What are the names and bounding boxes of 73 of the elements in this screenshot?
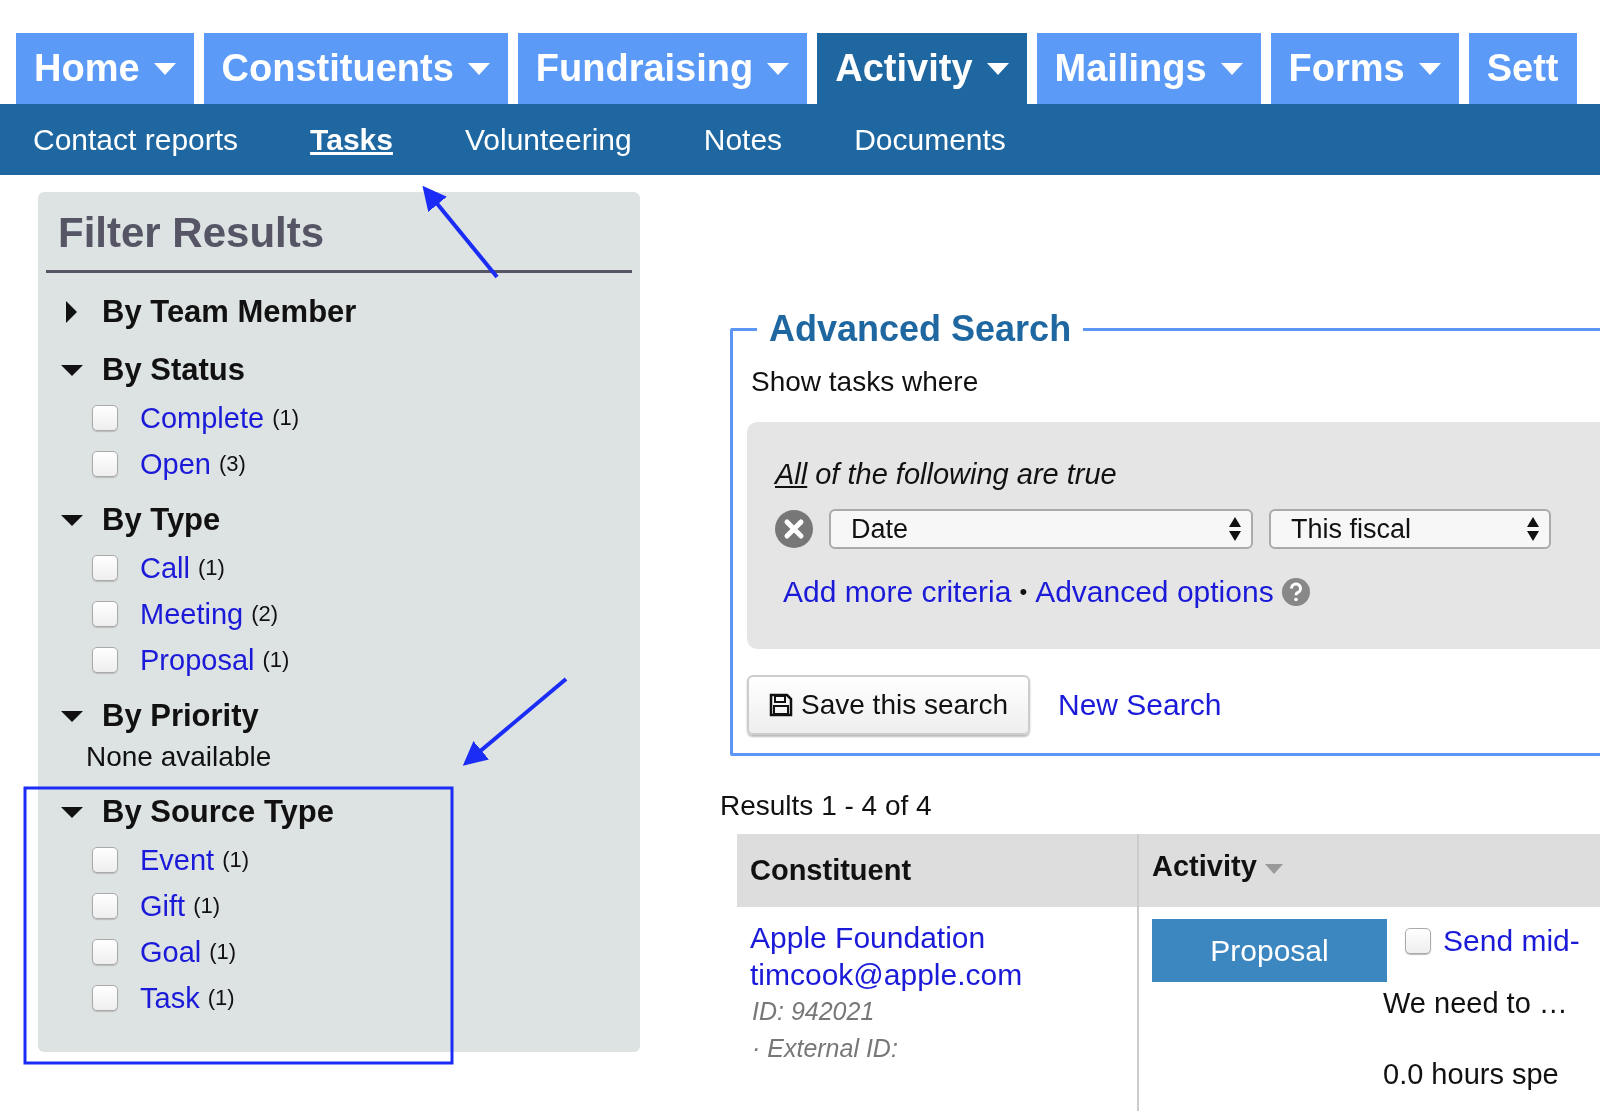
criteria-link[interactable]: Add more criteria	[783, 575, 1012, 609]
results-summary: Results 1 - 4 of 4	[720, 790, 933, 822]
constituent-id: ID: 942021	[752, 996, 875, 1027]
checkbox[interactable]	[92, 939, 118, 965]
filter-group-header[interactable]: By Source Type	[60, 787, 632, 837]
checkbox[interactable]	[92, 647, 118, 673]
filter-count: (2)	[251, 601, 279, 627]
caret-down-icon	[467, 62, 490, 75]
filter-count: (1)	[272, 405, 299, 431]
subject-link[interactable]: Send mid-	[1443, 924, 1580, 958]
advanced-search-title: Advanced Search	[768, 308, 1073, 350]
caret-down-icon	[986, 62, 1009, 75]
caret-down-icon	[767, 62, 790, 75]
help-icon[interactable]	[1281, 578, 1310, 606]
remove-icon[interactable]	[775, 510, 813, 548]
filter-group-header[interactable]: By Priority	[60, 691, 632, 741]
nav-tab[interactable]: Activity	[817, 33, 1027, 104]
checkbox[interactable]	[1405, 928, 1431, 954]
sub-nav-tab[interactable]: Documents	[854, 122, 1006, 157]
filter-link[interactable]: Call	[140, 551, 190, 585]
checkbox[interactable]	[92, 405, 118, 431]
checkbox[interactable]	[92, 451, 118, 477]
checkbox[interactable]	[92, 601, 118, 627]
filter-count: (1)	[262, 647, 290, 673]
filter-count: (1)	[193, 893, 220, 919]
filter-link[interactable]: Goal	[140, 935, 202, 969]
sub-nav-tab[interactable]: Tasks	[310, 122, 393, 157]
match-keyword[interactable]: All	[775, 458, 808, 491]
filter-count: (1)	[209, 939, 237, 965]
checkbox[interactable]	[92, 555, 118, 581]
checkbox[interactable]	[92, 893, 118, 919]
separator: •	[1019, 579, 1028, 605]
activity-type-label: Proposal	[1152, 919, 1387, 982]
stepper-icon	[1229, 516, 1241, 542]
task-description: We need to …	[1383, 987, 1569, 1020]
filter-count: (1)	[222, 847, 250, 873]
filter-link[interactable]: Meeting	[140, 597, 244, 631]
select-field[interactable]: Date	[829, 509, 1253, 549]
filter-group-header[interactable]: By Status	[60, 345, 632, 395]
hours-text: 0.0 hours spe	[1383, 1058, 1560, 1091]
caret-down-icon	[153, 62, 176, 75]
filter-link[interactable]: Task	[140, 981, 200, 1015]
caret-down-icon	[1418, 62, 1441, 75]
filter-group-header[interactable]: By Type	[60, 495, 632, 545]
filter-count: (3)	[218, 451, 246, 477]
filter-link[interactable]: Gift	[140, 889, 186, 923]
save-search-button[interactable]: Save this search	[747, 675, 1030, 735]
constituent-link[interactable]: Apple Foundation	[750, 919, 986, 956]
external-id: · External ID:	[752, 1033, 898, 1064]
match-text: of the following are true	[815, 458, 1117, 491]
caret-down-icon	[1220, 62, 1243, 75]
filter-link[interactable]: Event	[140, 843, 215, 877]
checkbox[interactable]	[92, 847, 118, 873]
sub-nav-tab[interactable]: Notes	[703, 122, 783, 157]
new-search-link[interactable]: New Search	[1058, 688, 1222, 722]
column-header[interactable]: Constituent	[737, 834, 1139, 907]
select-field[interactable]: This fiscal	[1269, 509, 1551, 549]
sub-nav-tab[interactable]: Contact reports	[33, 122, 239, 157]
filter-link[interactable]: Complete	[140, 401, 265, 435]
filter-link[interactable]: Open	[140, 447, 211, 481]
filter-title: Filter Results	[46, 192, 632, 273]
email-link[interactable]: timcook@apple.com	[750, 956, 1023, 993]
checkbox[interactable]	[92, 985, 118, 1011]
stepper-icon	[1527, 516, 1539, 542]
column-header[interactable]: Activity	[1139, 834, 1600, 907]
filter-count: (1)	[197, 555, 225, 581]
sub-nav-tab[interactable]: Volunteering	[464, 122, 632, 157]
filter-link[interactable]: Proposal	[140, 643, 255, 677]
filter-group-header[interactable]: By Team Member	[60, 287, 632, 337]
intro-text: Show tasks where	[751, 366, 980, 398]
criteria-link[interactable]: Advanced options	[1035, 575, 1274, 609]
empty-text: None available	[85, 741, 273, 774]
filter-count: (1)	[207, 985, 235, 1011]
